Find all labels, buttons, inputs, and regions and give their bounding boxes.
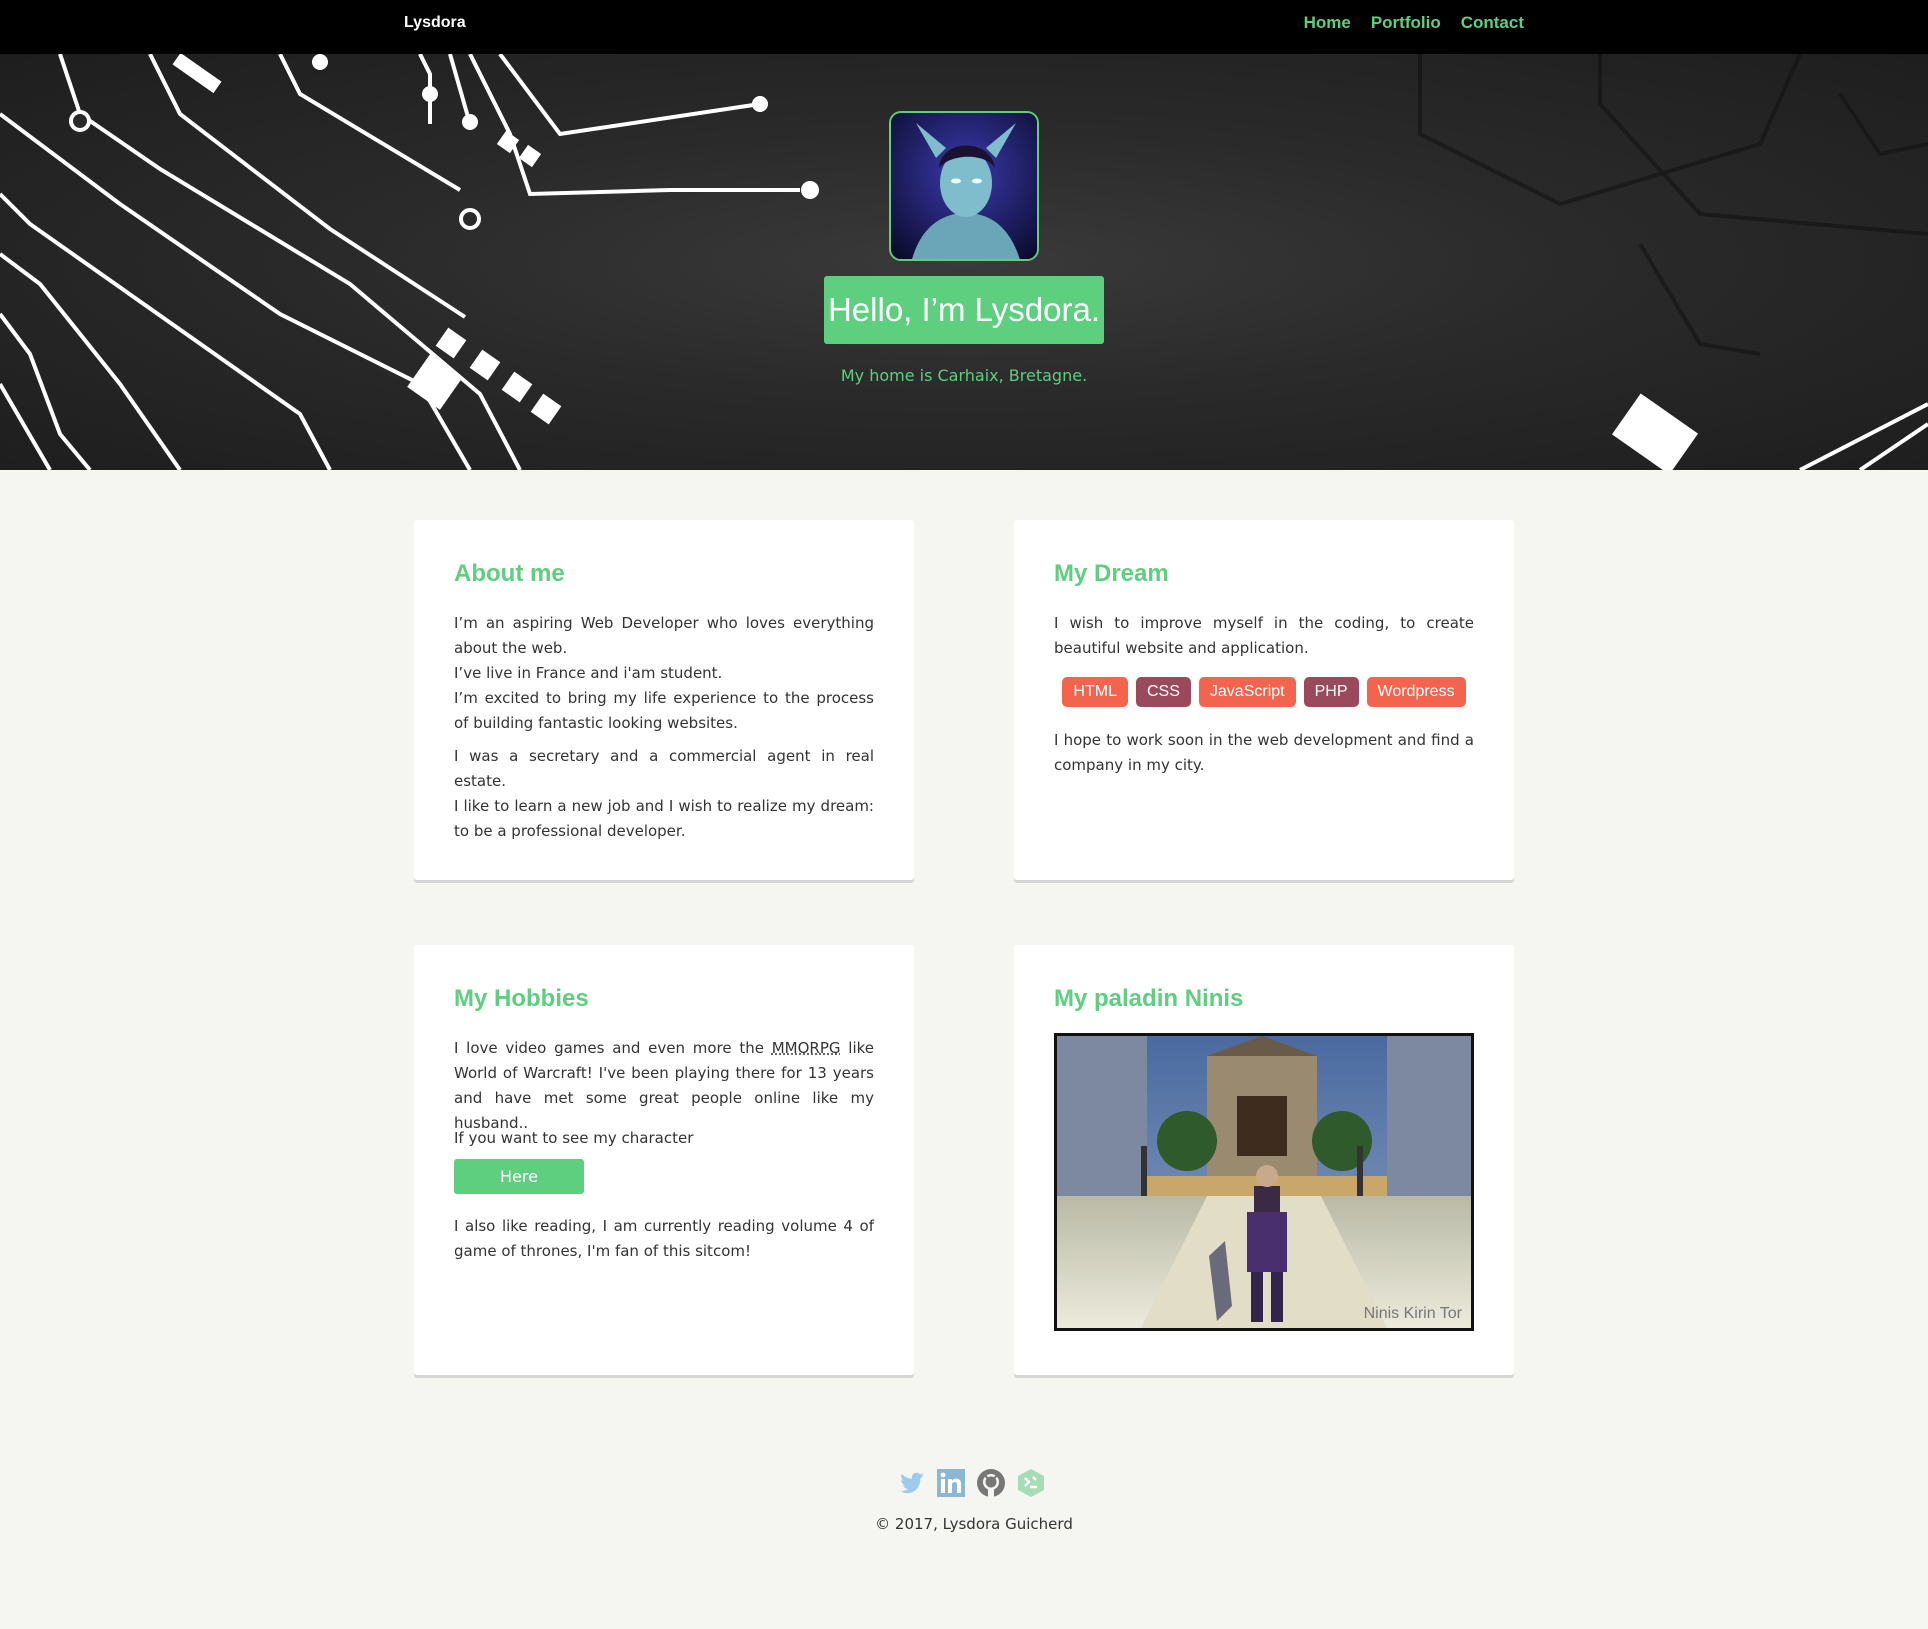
paladin-scene: Ninis Kirin Tor (1057, 1036, 1471, 1328)
hobbies-text-before: I love video games and even more the (454, 1039, 772, 1057)
linkedin-icon[interactable] (936, 1468, 966, 1498)
twitter-icon[interactable] (896, 1468, 926, 1498)
hobbies-card: My Hobbies I love video games and even m… (414, 945, 914, 1375)
about-paragraph-1: I’m an aspiring Web Developer who loves … (454, 611, 874, 736)
tag-php: PHP (1303, 677, 1359, 707)
tag-wordpress: Wordpress (1366, 677, 1466, 707)
dream-title: My Dream (1054, 560, 1169, 587)
dream-card: My Dream I wish to improve myself in the… (1014, 520, 1514, 880)
nav-contact-link[interactable]: Contact (1461, 13, 1524, 33)
nav-links: Home Portfolio Contact (1304, 13, 1524, 33)
hobbies-text-1: I love video games and even more the MMO… (454, 1036, 874, 1136)
hero-subtitle: My home is Carhaix, Bretagne. (840, 366, 1088, 385)
hobbies-paragraph-2: If you want to see my character (454, 1129, 694, 1147)
paladin-caption: Ninis Kirin Tor (1364, 1305, 1463, 1322)
hobbies-paragraph-1: I love video games and even more the MMO… (454, 1036, 874, 1136)
hero-banner: Hello, I’m Lysdora. My home is Carhaix, … (0, 54, 1928, 470)
about-line: I like to learn a new job and I wish to … (454, 797, 874, 840)
about-line: I’ve live in France and i'am student. (454, 664, 723, 682)
hobbies-paragraph-3: I also like reading, I am currently read… (454, 1217, 874, 1260)
skill-tags: HTML CSS JavaScript PHP Wordpress (1014, 677, 1514, 707)
mmorpg-abbr: MMORPG (771, 1039, 841, 1057)
about-title: About me (454, 560, 565, 587)
brand-link[interactable]: Lysdora (404, 14, 466, 32)
about-text: I’m an aspiring Web Developer who loves … (454, 611, 874, 844)
dream-paragraph-1: I wish to improve myself in the coding, … (1054, 614, 1474, 657)
copyright: © 2017, Lysdora Guicherd (875, 1515, 1073, 1533)
tag-javascript: JavaScript (1198, 677, 1296, 707)
tag-html: HTML (1062, 677, 1128, 707)
hero-title: Hello, I’m Lysdora. (827, 291, 1101, 328)
tag-css: CSS (1135, 677, 1191, 707)
freecodecamp-icon[interactable] (1016, 1468, 1046, 1498)
paladin-title: My paladin Ninis (1054, 985, 1244, 1012)
about-line: I’m an aspiring Web Developer who loves … (454, 614, 874, 657)
about-line: I’m excited to bring my life experience … (454, 689, 874, 732)
about-line: I was a secretary and a commercial agent… (454, 747, 874, 790)
avatar (889, 111, 1039, 261)
nav-portfolio-link[interactable]: Portfolio (1371, 13, 1441, 33)
dream-text-2: I hope to work soon in the web developme… (1054, 728, 1474, 778)
social-links (896, 1468, 1046, 1498)
hobbies-title: My Hobbies (454, 985, 589, 1012)
here-button[interactable]: Here (454, 1159, 584, 1194)
about-card: About me I’m an aspiring Web Developer w… (414, 520, 914, 880)
hobbies-text-3: I also like reading, I am currently read… (454, 1214, 874, 1264)
nav-home-link[interactable]: Home (1304, 13, 1351, 33)
paladin-card: My paladin Ninis Ninis Kirin Tor (1014, 945, 1514, 1375)
dream-paragraph-2: I hope to work soon in the web developme… (1054, 731, 1474, 774)
hero-title-box: Hello, I’m Lysdora. (824, 276, 1104, 344)
about-paragraph-2: I was a secretary and a commercial agent… (454, 744, 874, 844)
avatar-image (891, 113, 1037, 259)
github-icon[interactable] (976, 1468, 1006, 1498)
hobbies-text-2: If you want to see my character (454, 1126, 874, 1151)
dream-text-1: I wish to improve myself in the coding, … (1054, 611, 1474, 661)
paladin-screenshot: Ninis Kirin Tor (1054, 1033, 1474, 1331)
navbar: Lysdora Home Portfolio Contact (0, 0, 1928, 54)
